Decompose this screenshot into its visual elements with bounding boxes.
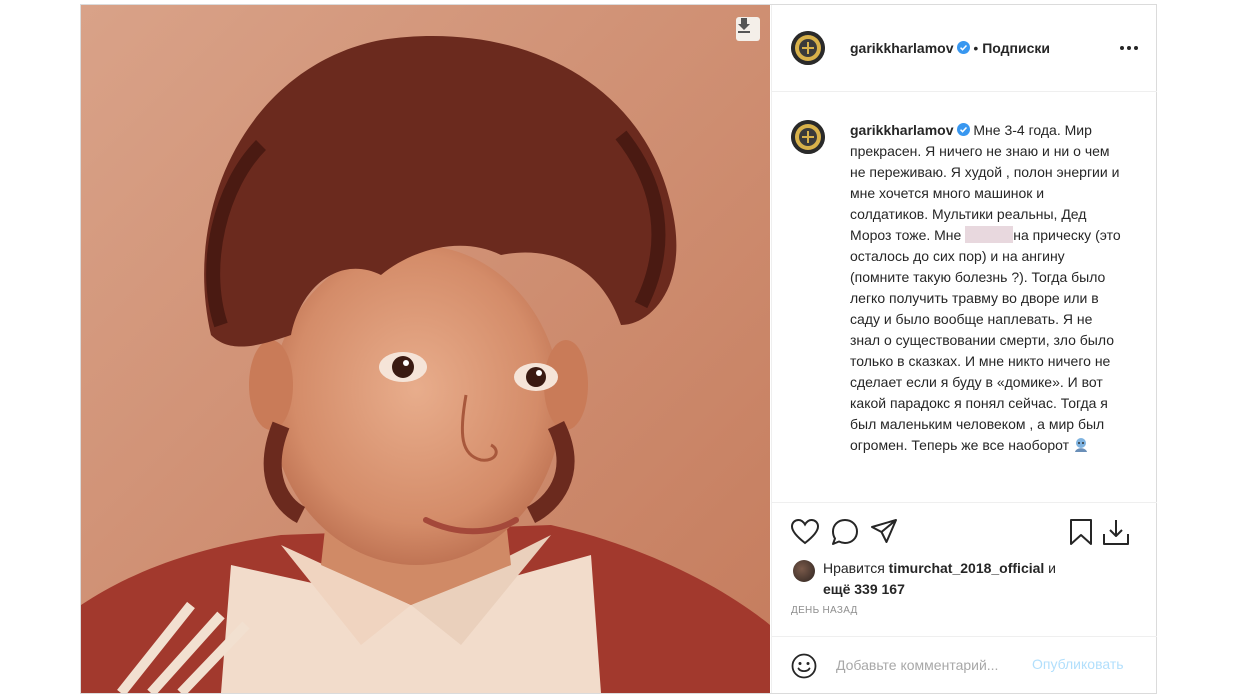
comment-bar: Опубликовать xyxy=(772,636,1157,694)
verified-icon xyxy=(956,123,970,136)
bookmark-icon[interactable] xyxy=(1066,517,1096,547)
post-photo[interactable] xyxy=(81,5,770,693)
follow-separator: • xyxy=(969,40,983,56)
avatar-image xyxy=(791,120,825,154)
heart-icon[interactable] xyxy=(790,517,820,547)
share-icon[interactable] xyxy=(869,517,899,547)
following-button[interactable]: Подписки xyxy=(982,40,1050,56)
likes-text: Нравится timurchat_2018_official и ещё 3… xyxy=(823,558,1123,600)
download-icon xyxy=(738,18,750,33)
caption-text-part1: Мне 3-4 года. Мир прекрасен. Я ничего не… xyxy=(850,122,1120,243)
header-row: garikkharlamov • Подписки xyxy=(850,40,1050,56)
photo-illustration xyxy=(81,5,770,693)
emoji-icon xyxy=(1074,438,1087,452)
publish-button[interactable]: Опубликовать xyxy=(1032,656,1124,672)
post-card: garikkharlamov • Подписки garikkharlamov… xyxy=(80,4,1157,694)
likes-prefix: Нравится xyxy=(823,560,889,576)
save-download-icon[interactable] xyxy=(1101,517,1131,547)
post-timestamp[interactable]: день назад xyxy=(791,605,858,616)
author-avatar[interactable] xyxy=(791,31,825,65)
post-header: garikkharlamov • Подписки xyxy=(772,5,1157,92)
author-username[interactable]: garikkharlamov xyxy=(850,40,954,56)
liker-avatar[interactable] xyxy=(793,560,815,582)
avatar-image xyxy=(791,31,825,65)
post-sidebar: garikkharlamov • Подписки garikkharlamov… xyxy=(771,5,1157,693)
redacted-word xyxy=(965,226,1014,243)
caption-username[interactable]: garikkharlamov xyxy=(850,122,954,138)
caption-author-avatar[interactable] xyxy=(791,120,825,154)
actions-divider xyxy=(772,502,1157,503)
comment-input[interactable] xyxy=(836,655,1026,675)
likes-joiner: и xyxy=(1044,560,1057,576)
smile-icon[interactable] xyxy=(791,653,817,679)
caption-text-part2: на прическу (это осталось до сих пор) и … xyxy=(850,227,1121,453)
verified-icon xyxy=(956,41,970,54)
download-button[interactable] xyxy=(736,17,760,41)
liker-username[interactable]: timurchat_2018_official xyxy=(889,560,1045,576)
more-icon[interactable] xyxy=(1119,43,1139,53)
post-caption: garikkharlamov Мне 3-4 года. Мир прекрас… xyxy=(850,120,1125,456)
likes-count[interactable]: ещё 339 167 xyxy=(823,581,905,597)
comment-icon[interactable] xyxy=(830,517,860,547)
